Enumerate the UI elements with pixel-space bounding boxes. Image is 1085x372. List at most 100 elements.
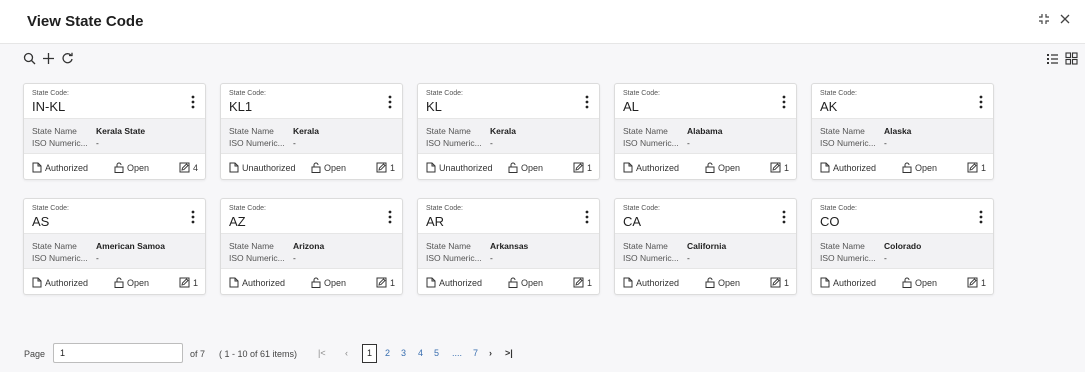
record-status: Open	[705, 277, 740, 288]
page-link[interactable]: 5	[434, 348, 439, 358]
state-code-card[interactable]: State Code: AL State Name Alabama ISO Nu…	[614, 83, 797, 180]
unlock-icon	[902, 277, 915, 288]
more-options-icon[interactable]	[581, 94, 593, 110]
more-options-icon[interactable]	[187, 209, 199, 225]
prev-page-button[interactable]: ‹	[345, 348, 348, 358]
modification-count[interactable]: 1	[573, 277, 592, 288]
modification-count[interactable]: 1	[179, 277, 198, 288]
unlock-icon	[508, 162, 521, 173]
state-name-label: State Name	[426, 241, 471, 251]
more-options-icon[interactable]	[384, 209, 396, 225]
state-code-card[interactable]: State Code: KL State Name Kerala ISO Num…	[417, 83, 600, 180]
edit-icon	[573, 277, 587, 288]
modification-count[interactable]: 1	[770, 162, 789, 173]
more-options-icon[interactable]	[975, 209, 987, 225]
state-code-card[interactable]: State Code: KL1 State Name Kerala ISO Nu…	[220, 83, 403, 180]
modification-count[interactable]: 4	[179, 162, 198, 173]
state-name-row: State Name Arkansas	[426, 241, 528, 251]
modification-count-text: 1	[784, 163, 790, 173]
state-code-value: AL	[623, 99, 639, 114]
state-name-value: Arkansas	[490, 241, 529, 251]
page-link[interactable]: 2	[385, 348, 390, 358]
state-code-label: State Code:	[820, 90, 857, 97]
last-page-button[interactable]: >|	[505, 348, 513, 358]
record-status-text: Open	[127, 278, 150, 288]
authorization-status: Authorized	[820, 162, 876, 173]
edit-icon	[376, 277, 390, 288]
state-code-card[interactable]: State Code: AK State Name Alaska ISO Num…	[811, 83, 994, 180]
state-code-label: State Code:	[820, 205, 857, 212]
list-view-icon[interactable]	[1046, 52, 1059, 70]
card-header: State Code: AK	[812, 84, 993, 118]
state-code-value: AZ	[229, 214, 246, 229]
more-options-icon[interactable]	[581, 209, 593, 225]
card-details: State Name American Samoa ISO Numeric...…	[24, 233, 205, 269]
grid-view-icon[interactable]	[1065, 52, 1078, 70]
state-name-row: State Name Colorado	[820, 241, 921, 251]
state-code-label: State Code:	[426, 205, 463, 212]
page-link[interactable]: 7	[473, 348, 478, 358]
state-name-row: State Name Kerala	[229, 126, 319, 136]
current-page[interactable]: 1	[362, 344, 377, 363]
state-code-value: AR	[426, 214, 445, 229]
modification-count[interactable]: 1	[573, 162, 592, 173]
state-name-value: Alabama	[687, 126, 723, 136]
unlock-icon	[508, 277, 521, 288]
page-input[interactable]	[53, 343, 183, 363]
modification-count[interactable]: 1	[967, 277, 986, 288]
more-options-icon[interactable]	[778, 209, 790, 225]
state-code-label: State Code:	[623, 90, 660, 97]
more-options-icon[interactable]	[384, 94, 396, 110]
more-options-icon[interactable]	[778, 94, 790, 110]
add-icon[interactable]	[42, 52, 55, 70]
page-link[interactable]: 3	[401, 348, 406, 358]
authorization-status: Authorized	[32, 277, 88, 288]
modification-count[interactable]: 1	[967, 162, 986, 173]
card-details: State Name Alabama ISO Numeric... -	[615, 118, 796, 154]
record-status: Open	[311, 277, 346, 288]
expand-icon[interactable]	[1038, 12, 1050, 28]
card-header: State Code: KL1	[221, 84, 402, 118]
first-page-button[interactable]: |<	[318, 348, 326, 358]
document-icon	[229, 162, 242, 173]
state-code-label: State Code:	[426, 90, 463, 97]
state-name-label: State Name	[229, 241, 274, 251]
state-name-row: State Name American Samoa	[32, 241, 165, 251]
card-details: State Name Alaska ISO Numeric... -	[812, 118, 993, 154]
iso-numeric-value: -	[293, 138, 296, 148]
iso-numeric-value: -	[490, 253, 493, 263]
next-page-button[interactable]: ›	[489, 348, 492, 358]
unlock-icon	[902, 162, 915, 173]
modification-count[interactable]: 1	[770, 277, 789, 288]
record-status-text: Open	[915, 163, 938, 173]
state-name-value: American Samoa	[96, 241, 165, 251]
state-code-label: State Code:	[32, 205, 69, 212]
state-code-card[interactable]: State Code: CO State Name Colorado ISO N…	[811, 198, 994, 295]
authorization-status-text: Authorized	[242, 278, 286, 288]
card-footer: Authorized Open 1	[812, 154, 993, 181]
state-code-card[interactable]: State Code: AZ State Name Arizona ISO Nu…	[220, 198, 403, 295]
close-icon[interactable]	[1059, 12, 1071, 28]
authorization-status: Unauthorized	[426, 162, 493, 173]
modification-count[interactable]: 1	[376, 162, 395, 173]
authorization-status-text: Authorized	[636, 278, 680, 288]
more-options-icon[interactable]	[187, 94, 199, 110]
state-code-card[interactable]: State Code: AS State Name American Samoa…	[23, 198, 206, 295]
authorization-status: Authorized	[623, 277, 679, 288]
modification-count-text: 1	[784, 278, 790, 288]
modification-count-text: 1	[587, 163, 593, 173]
card-header: State Code: AZ	[221, 199, 402, 233]
search-icon[interactable]	[23, 52, 36, 70]
refresh-icon[interactable]	[61, 52, 74, 70]
card-header: State Code: AS	[24, 199, 205, 233]
modification-count[interactable]: 1	[376, 277, 395, 288]
more-options-icon[interactable]	[975, 94, 987, 110]
state-name-value: Arizona	[293, 241, 325, 251]
state-code-value: AS	[32, 214, 50, 229]
state-code-card[interactable]: State Code: AR State Name Arkansas ISO N…	[417, 198, 600, 295]
page-ellipsis[interactable]: ....	[452, 348, 462, 358]
iso-numeric-label: ISO Numeric...	[426, 253, 482, 263]
state-code-card[interactable]: State Code: IN-KL State Name Kerala Stat…	[23, 83, 206, 180]
state-code-card[interactable]: State Code: CA State Name California ISO…	[614, 198, 797, 295]
page-link[interactable]: 4	[418, 348, 423, 358]
